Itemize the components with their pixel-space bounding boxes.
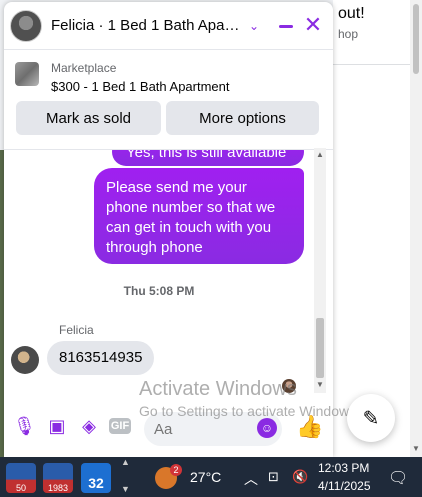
more-options-button[interactable]: More options xyxy=(166,101,319,135)
close-icon[interactable]: ✕ xyxy=(302,14,324,36)
new-message-button[interactable]: ✎ xyxy=(347,394,395,442)
chat-title[interactable]: Felicia · 1 Bed 1 Bath Apartment xyxy=(51,17,243,34)
outgoing-message-bubble[interactable]: Please send me your phone number so that… xyxy=(94,168,304,264)
message-timestamp: Thu 5:08 PM xyxy=(123,284,195,298)
chevron-down-icon[interactable]: ⌄ xyxy=(249,19,259,33)
photo-icon[interactable]: ▣ xyxy=(46,415,68,437)
background-subtext: hop xyxy=(338,27,359,41)
sender-name: Felicia xyxy=(59,323,94,337)
incoming-message-bubble[interactable]: 8163514935 xyxy=(47,341,155,375)
minimize-icon[interactable] xyxy=(276,16,296,36)
volume-icon[interactable]: 🔇 xyxy=(292,469,308,485)
weather-badge: 2 xyxy=(170,464,182,476)
message-thread: Yes, this is still available Please send… xyxy=(4,150,324,395)
outgoing-message-bubble[interactable]: Yes, this is still available xyxy=(112,150,304,166)
chat-scroll-down-arrow[interactable]: ▼ xyxy=(314,380,326,389)
taskbar: 50 1983 32 ▲ ▼ 2 27°C ︿ ⊡ 🔇 12:03 PM 4/1… xyxy=(0,457,422,497)
chat-scroll-up-arrow[interactable]: ▲ xyxy=(314,150,326,159)
marketplace-listing: Marketplace $300 - 1 Bed 1 Bath Apartmen… xyxy=(4,50,333,150)
taskbar-app[interactable]: 1983 xyxy=(43,463,73,493)
page-scroll-down-arrow[interactable]: ▼ xyxy=(410,444,422,453)
activate-windows-watermark: Activate Windows xyxy=(139,378,297,400)
taskbar-scroll-down-icon[interactable]: ▼ xyxy=(121,484,130,494)
background-right-panel xyxy=(333,0,422,457)
taskbar-scroll-up-icon[interactable]: ▲ xyxy=(121,457,130,467)
taskbar-app[interactable]: 50 xyxy=(6,463,36,493)
sender-avatar[interactable] xyxy=(11,346,39,374)
listing-kicker: Marketplace xyxy=(51,61,117,75)
weather-temperature[interactable]: 27°C xyxy=(190,469,221,485)
clock-time[interactable]: 12:03 PM xyxy=(318,461,369,475)
network-icon[interactable]: ⊡ xyxy=(268,469,279,485)
chat-scrollbar-thumb[interactable] xyxy=(316,318,324,378)
page-scrollbar-thumb[interactable] xyxy=(413,4,419,74)
mark-as-sold-button[interactable]: Mark as sold xyxy=(16,101,161,135)
sticker-icon[interactable]: ◈ xyxy=(78,415,100,437)
clock-date[interactable]: 4/11/2025 xyxy=(318,479,371,493)
taskbar-app[interactable]: 32 xyxy=(81,463,111,493)
listing-name[interactable]: $300 - 1 Bed 1 Bath Apartment xyxy=(51,79,230,94)
listing-thumbnail[interactable] xyxy=(15,62,39,86)
compose-icon: ✎ xyxy=(362,407,380,430)
gif-icon[interactable]: GIF xyxy=(109,418,131,434)
notification-icon[interactable]: 🗨 xyxy=(388,468,408,488)
background-divider xyxy=(333,64,410,65)
chat-header[interactable]: Felicia · 1 Bed 1 Bath Apartment ⌄ ✕ xyxy=(4,2,333,50)
mic-icon[interactable]: 🎙 xyxy=(13,415,36,437)
taskbar-app-badge: 50 xyxy=(15,483,26,493)
show-hidden-icons-icon[interactable]: ︿ xyxy=(244,469,258,489)
taskbar-app-badge: 1983 xyxy=(47,483,69,493)
background-headline: out! xyxy=(338,5,365,22)
avatar[interactable] xyxy=(10,9,42,42)
emoji-icon[interactable]: ☺ xyxy=(257,418,277,438)
activate-windows-hint: Go to Settings to activate Windows. xyxy=(139,403,360,419)
